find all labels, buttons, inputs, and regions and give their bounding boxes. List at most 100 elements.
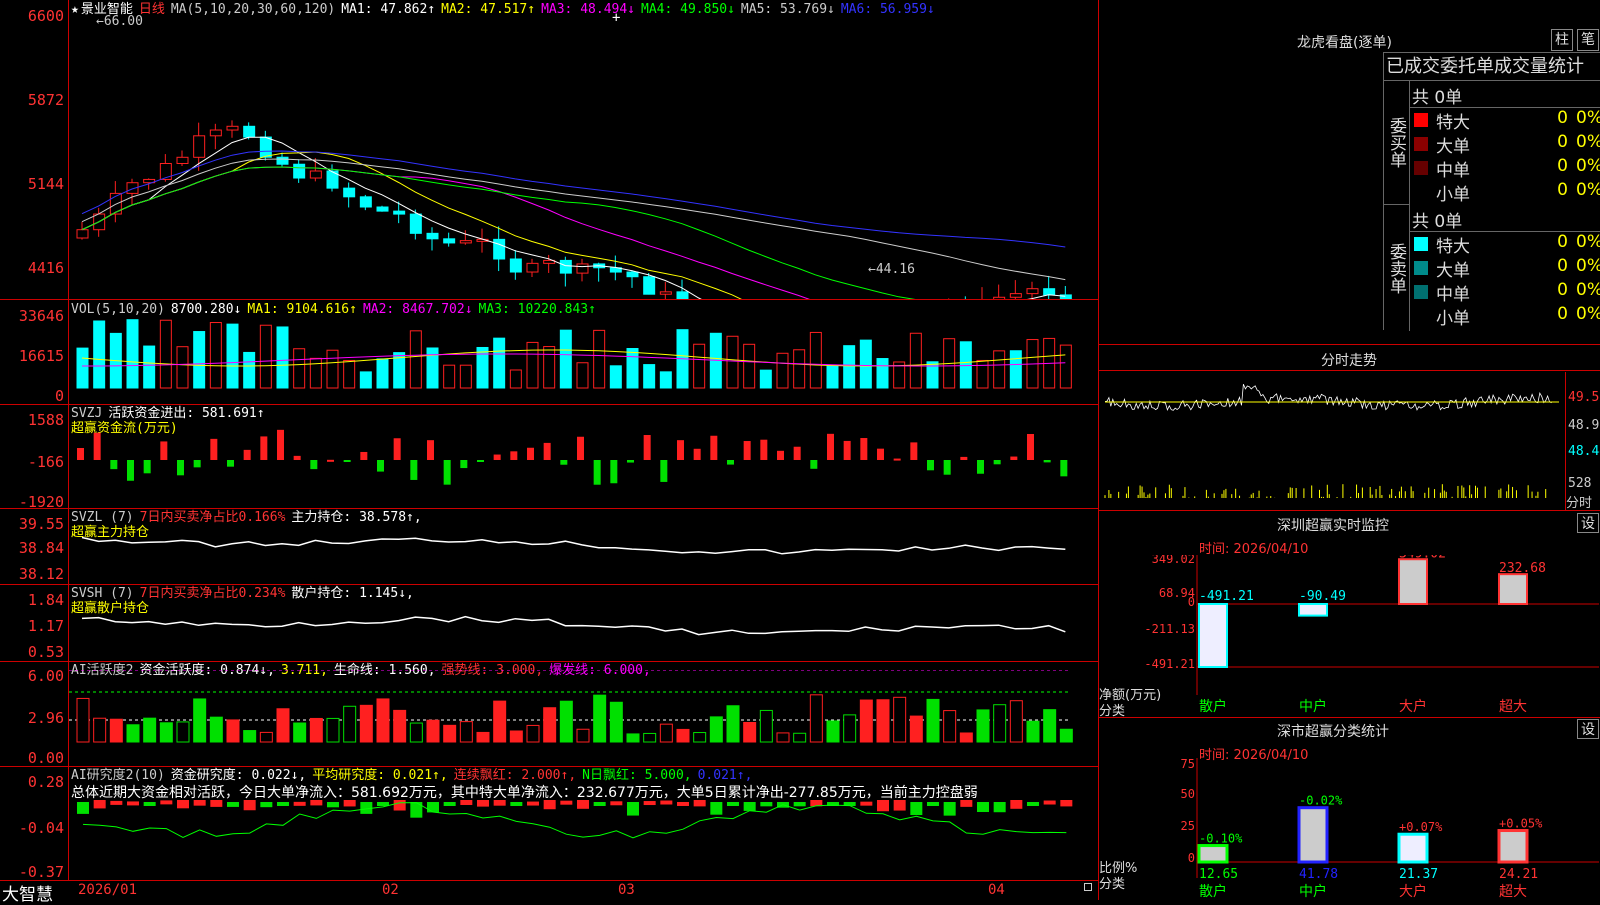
activity-bar: [294, 723, 306, 742]
research-bar: [427, 802, 439, 812]
fund-flow-bar: [527, 448, 534, 460]
activity-bar: [444, 725, 456, 742]
candle-body: [644, 277, 655, 294]
research-bar: [494, 800, 506, 806]
ai-active-chart[interactable]: [69, 670, 1097, 762]
svzj-chart[interactable]: [69, 420, 1097, 508]
volume-bar: [560, 330, 571, 388]
volume-bar: [844, 346, 855, 388]
pen-view-button[interactable]: 笔: [1577, 29, 1599, 51]
research-bar: [627, 802, 639, 816]
ma1-value: MA1: 47.862↑: [341, 2, 435, 17]
fund-flow-bar: [127, 460, 134, 481]
fund-flow-bar: [927, 460, 934, 470]
activity-bar: [360, 705, 372, 742]
class-bar: [1399, 834, 1427, 862]
volume-bar: [1010, 351, 1021, 388]
volume-bar: [160, 320, 171, 388]
svsh-chart[interactable]: [69, 598, 1097, 660]
volume-bar: [377, 359, 388, 388]
research-bar: [794, 802, 806, 806]
fund-flow-bar: [360, 452, 367, 460]
fund-flow-bar: [510, 451, 517, 460]
x-date-label: 02: [382, 882, 399, 898]
volume-bar: [827, 366, 838, 388]
volume-chart[interactable]: [69, 318, 1097, 396]
class-bar-value: 12.65: [1199, 867, 1238, 882]
research-bar: [710, 802, 722, 815]
ma-line: [82, 152, 1065, 300]
research-bar: [994, 802, 1006, 812]
vol-ma3: MA3: 10220.843↑: [479, 302, 596, 317]
y-tick: 2.96: [2, 710, 64, 726]
ma-label: MA(5,10,20,30,60,120): [171, 2, 335, 17]
volume-bar: [410, 331, 421, 388]
row-count: 0: [1548, 180, 1568, 200]
svzl-chart[interactable]: [69, 520, 1097, 582]
volume-bar: [977, 360, 988, 388]
activity-bar: [660, 724, 672, 742]
fund-flow-bar: [77, 448, 84, 460]
sz-monitor-settings-button[interactable]: 设: [1577, 513, 1599, 533]
row-name: 特大: [1436, 232, 1470, 257]
sell-orders-label: 委卖单: [1384, 205, 1410, 331]
research-bar: [644, 801, 656, 805]
sell-xl-swatch: [1414, 237, 1428, 251]
activity-bar: [760, 710, 772, 742]
row-pct: 0%: [1576, 232, 1600, 252]
row-pct: 0%: [1576, 256, 1600, 276]
class-bar-value: 41.78: [1299, 867, 1338, 882]
chart-area[interactable]: ★景业智能日线MA(5,10,20,30,60,120)MA1: 47.862↑…: [0, 0, 1098, 900]
bar-view-button[interactable]: 柱: [1551, 29, 1573, 51]
buy-row-s: 小单00%: [1410, 180, 1600, 204]
activity-bar: [1044, 710, 1056, 742]
sell-row-s: 小单00%: [1410, 304, 1600, 328]
app-logo[interactable]: 大智慧: [2, 880, 53, 905]
ai-research-label5: 0.021↑,: [698, 768, 753, 783]
research-bar: [677, 802, 689, 806]
volume-bar: [294, 349, 305, 388]
class-bar-value: 24.21: [1499, 867, 1538, 882]
monitor-bar: [1299, 604, 1327, 616]
fund-flow-bar: [577, 437, 584, 460]
ai-research-label1: 资金研究度: 0.022↓,: [171, 768, 306, 783]
star-icon[interactable]: ★: [71, 2, 79, 17]
volume-bar: [194, 332, 205, 388]
research-bar: [894, 800, 906, 811]
candle-body: [627, 272, 638, 277]
y-tick: 0.00: [2, 750, 64, 766]
candle-body: [160, 163, 171, 179]
candlestick-chart[interactable]: [69, 18, 1097, 300]
lock-icon[interactable]: [1084, 883, 1092, 891]
activity-bar: [394, 710, 406, 742]
activity-bar: [894, 697, 906, 742]
candle-body: [577, 264, 588, 273]
monitor-y-tick: -491.21: [1144, 657, 1195, 671]
activity-bar: [94, 718, 106, 742]
dragon-tiger-title: 龙虎看盘(逐单): [1297, 32, 1392, 52]
ai-research-chart[interactable]: [69, 800, 1097, 880]
volume-bar: [244, 352, 255, 388]
activity-bar: [960, 733, 972, 742]
research-bar: [277, 802, 289, 806]
sz-class-settings-button[interactable]: 设: [1577, 719, 1599, 739]
activity-bar: [744, 722, 756, 742]
sell-row-xl: 特大00%: [1410, 232, 1600, 256]
sz-monitor-chart[interactable]: 349.0268.940-211.13-491.21-491.21散户-90.4…: [1099, 555, 1600, 717]
svzj-label: 活跃资金进出: 581.691↑: [108, 406, 264, 421]
fund-flow-bar: [877, 449, 884, 460]
candle-body: [444, 239, 455, 243]
buy-orders-label: 委买单: [1384, 81, 1410, 205]
buy-rows: 特大00% 大单00% 中单00% 小单00%: [1410, 107, 1600, 205]
candle-body: [294, 164, 305, 178]
panel-divider: [1099, 717, 1600, 718]
volume-bar: [144, 346, 155, 388]
svzj-header: SVZJ活跃资金进出: 581.691↑: [71, 406, 271, 421]
ai-research-label3: 连续飘红: 2.000↑,: [454, 768, 576, 783]
activity-bar: [810, 695, 822, 742]
y-tick: 16615: [2, 348, 64, 364]
intraday-chart[interactable]: [1099, 372, 1565, 510]
fund-flow-bar: [710, 436, 717, 460]
sz-class-chart[interactable]: 7550250-0.10%12.65散户-0.02%41.78中户+0.07%2…: [1099, 758, 1600, 900]
x-date-label: 2026/01: [78, 882, 137, 898]
